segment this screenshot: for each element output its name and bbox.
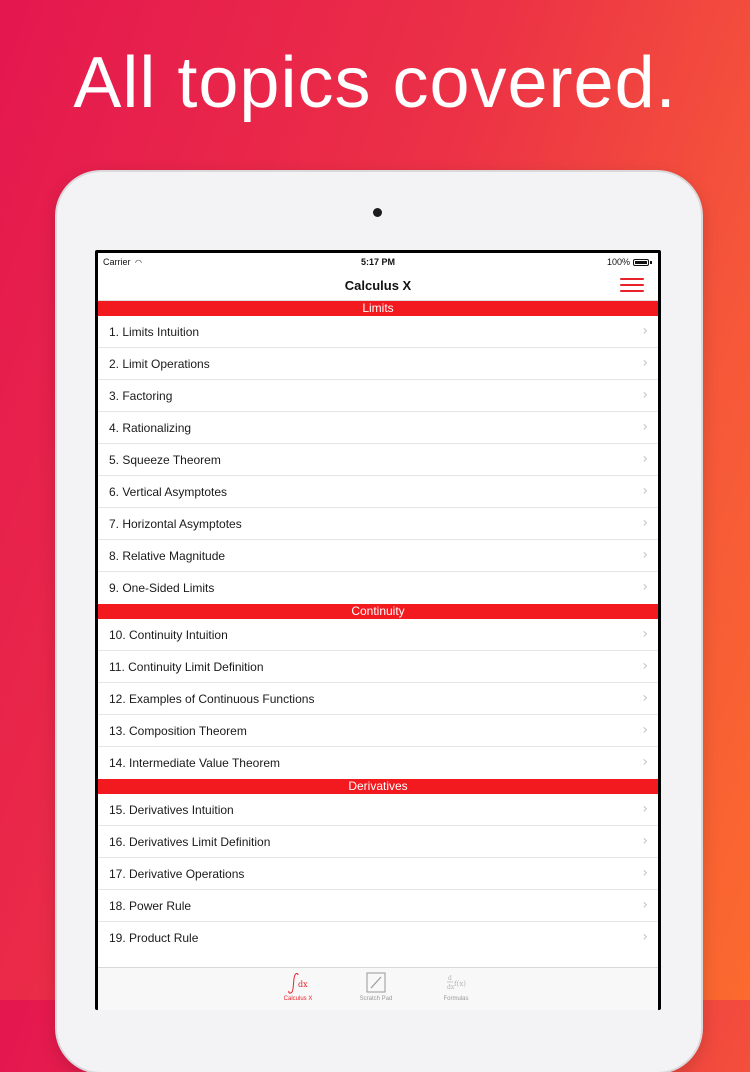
topic-label: 10. Continuity Intuition [109,628,228,642]
chevron-right-icon: › [642,865,648,881]
chevron-right-icon: › [642,722,648,738]
topic-label: 2. Limit Operations [109,357,210,371]
chevron-right-icon: › [642,483,648,499]
topic-label: 6. Vertical Asymptotes [109,485,228,499]
app-screen: Carrier ◠ 5:17 PM 100% Calculus X Limits… [98,253,658,1010]
topic-row[interactable]: 9. One-Sided Limits › [98,572,658,604]
section-header: Continuity [98,604,658,619]
camera-dot [373,208,382,217]
topic-row[interactable]: 15. Derivatives Intuition › [98,794,658,826]
navigation-bar: Calculus X [98,269,658,301]
chevron-right-icon: › [642,387,648,403]
chevron-right-icon: › [642,754,648,770]
topic-row[interactable]: 17. Derivative Operations › [98,858,658,890]
battery-indicator: 100% [607,257,652,267]
topic-label: 19. Product Rule [109,931,199,945]
topic-label: 5. Squeeze Theorem [109,453,221,467]
topic-label: 16. Derivatives Limit Definition [109,835,271,849]
topic-label: 9. One-Sided Limits [109,581,215,595]
chevron-right-icon: › [642,626,648,642]
chevron-right-icon: › [642,929,648,945]
topic-label: 1. Limits Intuition [109,325,200,339]
battery-icon [633,258,649,266]
topic-label: 14. Intermediate Value Theorem [109,756,280,770]
topic-row[interactable]: 5. Squeeze Theorem › [98,444,658,476]
chevron-right-icon: › [642,658,648,674]
tab-label-calculus-x: Calculus X [283,996,313,1002]
section-rows: 1. Limits Intuition › 2. Limit Operations ›… [98,316,658,604]
topic-row[interactable]: 1. Limits Intuition › [98,316,658,348]
ipad-frame: Carrier ◠ 5:17 PM 100% Calculus X Limits… [57,172,701,1072]
topic-label: 18. Power Rule [109,899,192,913]
topic-label: 11. Continuity Limit Definition [109,660,264,674]
topic-label: 8. Relative Magnitude [109,549,226,563]
topic-row[interactable]: 11. Continuity Limit Definition › [98,651,658,683]
topic-row[interactable]: 8. Relative Magnitude › [98,540,658,572]
topic-row[interactable]: 4. Rationalizing › [98,412,658,444]
hamburger-menu-icon[interactable] [620,275,644,293]
tab-label-formulas: Formulas [443,996,469,1002]
chevron-right-icon: › [642,833,648,849]
topic-row[interactable]: 16. Derivatives Limit Definition › [98,826,658,858]
topic-label: 4. Rationalizing [109,421,192,435]
chevron-right-icon: › [642,801,648,817]
chevron-right-icon: › [642,355,648,371]
chevron-right-icon: › [642,547,648,563]
battery-percent: 100% [606,257,630,267]
topic-label: 13. Composition Theorem [109,724,247,738]
topic-label: 12. Examples of Continuous Functions [109,692,315,706]
integral-icon: dx [268,970,328,996]
topic-label: 15. Derivatives Intuition [109,803,234,817]
topic-row[interactable]: 18. Power Rule › [98,890,658,922]
chevron-right-icon: › [642,897,648,913]
tab-formulas[interactable]: d dx f(x) Formulas [426,970,486,1002]
topic-row[interactable]: 7. Horizontal Asymptotes › [98,508,658,540]
nav-title: Calculus X [344,278,412,293]
svg-text:dx: dx [298,980,308,989]
tab-calculus-x[interactable]: dx Calculus X [268,970,328,1002]
topic-row[interactable]: 12. Examples of Continuous Functions › [98,683,658,715]
chevron-right-icon: › [642,515,648,531]
topic-row[interactable]: 10. Continuity Intuition › [98,619,658,651]
scratch-pad-icon [346,970,406,996]
topic-label: 3. Factoring [109,389,173,403]
status-bar: Carrier ◠ 5:17 PM 100% [98,253,658,269]
chevron-right-icon: › [642,323,648,339]
topic-row[interactable]: 2. Limit Operations › [98,348,658,380]
device-screen: Carrier ◠ 5:17 PM 100% Calculus X Limits… [95,250,661,1010]
tab-bar: dx Calculus X Scratch Pad d dx f(x) Form… [98,967,658,1010]
tab-scratch-pad[interactable]: Scratch Pad [346,970,406,1002]
headline: All topics covered. [73,43,677,123]
section-header: Limits [98,301,658,316]
chevron-right-icon: › [642,690,648,706]
topic-label: 17. Derivative Operations [109,867,245,881]
topic-row[interactable]: 13. Composition Theorem › [98,715,658,747]
topic-row[interactable]: 6. Vertical Asymptotes › [98,476,658,508]
topics-table: Limits 1. Limits Intuition › 2. Limit Opera… [98,301,658,954]
topic-label: 7. Horizontal Asymptotes [109,517,242,531]
status-time: 5:17 PM [360,257,395,267]
section-header: Derivatives [98,779,658,794]
chevron-right-icon: › [642,451,648,467]
svg-text:f(x): f(x) [454,980,466,988]
topic-row[interactable]: 14. Intermediate Value Theorem › [98,747,658,779]
topic-row[interactable]: 3. Factoring › [98,380,658,412]
derivative-formula-icon: d dx f(x) [426,970,486,996]
section-rows: 10. Continuity Intuition › 11. Continuity … [98,619,658,779]
chevron-right-icon: › [642,579,648,595]
chevron-right-icon: › [642,419,648,435]
topic-row[interactable]: 19. Product Rule › [98,922,658,954]
svg-text:d: d [448,975,452,982]
tab-label-scratch-pad: Scratch Pad [359,996,393,1002]
section-rows: 15. Derivatives Intuition › 16. Derivative… [98,794,658,954]
